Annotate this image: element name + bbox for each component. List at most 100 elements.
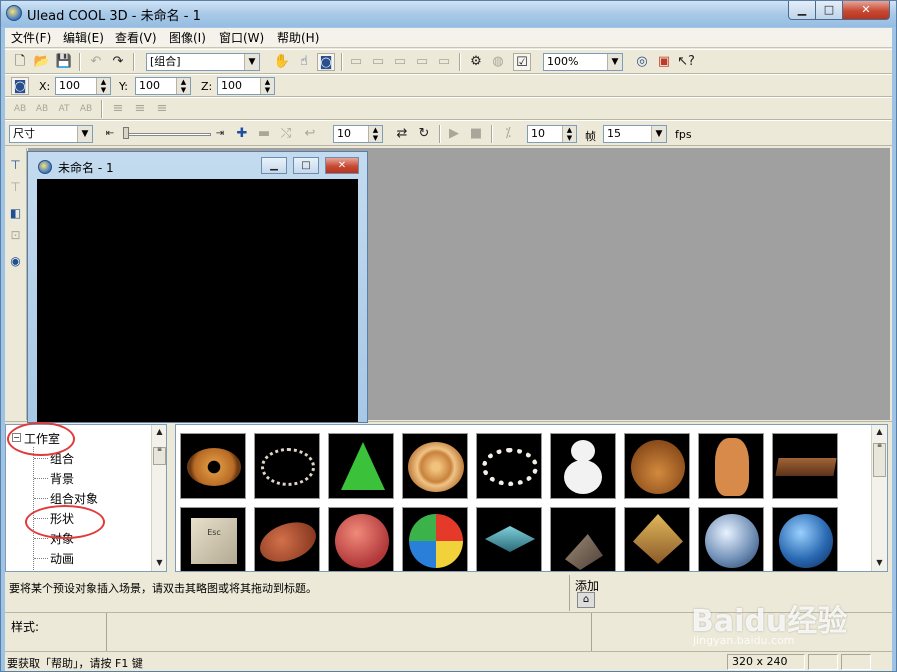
reverse-icon[interactable]: ⤭: [277, 125, 295, 143]
x-input[interactable]: 100 ▲ ▼: [55, 77, 111, 95]
scroll-down-icon[interactable]: ▼: [152, 556, 166, 570]
hand-move-icon[interactable]: ☝: [295, 53, 313, 71]
play-icon[interactable]: ▶: [445, 125, 463, 143]
render-icon[interactable]: ◎: [633, 53, 651, 71]
text-spacing-2-icon[interactable]: AB: [33, 100, 51, 118]
thumb-snowman[interactable]: [550, 433, 616, 499]
thumb-chocolate-bar[interactable]: [772, 433, 838, 499]
minimize-button[interactable]: ▁: [788, 1, 816, 20]
total-frames-input[interactable]: 10 ▲ ▼: [527, 125, 577, 143]
thumb-pyramid-face[interactable]: [624, 507, 690, 571]
chevron-down-icon[interactable]: ▼: [77, 126, 92, 142]
fps-select[interactable]: 15 ▼: [603, 125, 667, 143]
geometry-icon[interactable]: ◧: [6, 204, 25, 223]
z-input[interactable]: 100 ▲ ▼: [217, 77, 275, 95]
redo-icon[interactable]: ↷: [109, 53, 127, 71]
render-canvas[interactable]: [37, 179, 358, 422]
doc-minimize-button[interactable]: ▁: [261, 157, 287, 174]
timeline-slider-thumb[interactable]: [123, 127, 129, 139]
geometry-edit-icon[interactable]: ⊡: [6, 226, 25, 245]
tree-scrollbar[interactable]: ▲ ≡ ▼: [151, 425, 166, 571]
align-center-icon[interactable]: ≡: [131, 100, 149, 118]
keyframe-next-icon[interactable]: ⇥: [211, 125, 229, 143]
scroll-thumb[interactable]: ≡: [153, 447, 166, 465]
hand-rotate-icon[interactable]: ✋: [273, 53, 291, 71]
tree-item-background[interactable]: 背景: [50, 470, 74, 487]
thumb-ring[interactable]: [254, 433, 320, 499]
light-icon[interactable]: ⚙: [467, 53, 485, 71]
doc-maximize-button[interactable]: □: [293, 157, 319, 174]
layout-5-icon[interactable]: ▭: [435, 53, 453, 71]
object-select-icon[interactable]: ◙: [317, 53, 335, 71]
doc-close-button[interactable]: ✕: [325, 157, 359, 174]
document-window[interactable]: 未命名 - 1 ▁ □ ✕: [27, 151, 368, 423]
thumb-gingerbread[interactable]: [698, 433, 764, 499]
thumb-beach-ball[interactable]: [402, 507, 468, 571]
thumb-bear[interactable]: [624, 433, 690, 499]
tree-item-animation[interactable]: 动画: [50, 550, 74, 567]
text-spacing-4-icon[interactable]: AB: [77, 100, 95, 118]
export-icon[interactable]: ▣: [655, 53, 673, 71]
layout-2-icon[interactable]: ▭: [369, 53, 387, 71]
thumb-football[interactable]: [254, 507, 322, 571]
thumb-basketball[interactable]: [328, 507, 394, 571]
new-file-icon[interactable]: 🗋: [11, 53, 29, 71]
layout-1-icon[interactable]: ▭: [347, 53, 365, 71]
thumb-pearl-necklace[interactable]: [476, 433, 542, 499]
loop-icon[interactable]: ⇄: [393, 125, 411, 143]
thumb-cone[interactable]: [328, 433, 394, 499]
graphic-icon[interactable]: ◉: [6, 252, 25, 271]
text-spacing-icon[interactable]: AB: [11, 100, 29, 118]
group-select[interactable]: [组合] ▼: [146, 53, 260, 71]
thumb-cinnamon-roll[interactable]: [402, 433, 468, 499]
ping-pong-icon[interactable]: ↻: [415, 125, 433, 143]
menu-image[interactable]: 图像(I): [167, 30, 208, 46]
timeline-slider[interactable]: [123, 133, 211, 136]
layout-4-icon[interactable]: ▭: [413, 53, 431, 71]
y-input[interactable]: 100 ▲ ▼: [135, 77, 191, 95]
menu-help[interactable]: 帮助(H): [275, 30, 321, 46]
menu-file[interactable]: 文件(F): [9, 30, 53, 46]
align-right-icon[interactable]: ≡: [153, 100, 171, 118]
stop-icon[interactable]: ■: [467, 125, 485, 143]
thumb-esc-key[interactable]: Esc: [180, 507, 246, 571]
undo-icon[interactable]: ↶: [87, 53, 105, 71]
attribute-select[interactable]: 尺寸 ▼: [9, 125, 93, 143]
frame-spin-arrows[interactable]: ▲ ▼: [368, 126, 382, 142]
z-spin-arrows[interactable]: ▲ ▼: [260, 78, 274, 94]
layout-3-icon[interactable]: ▭: [391, 53, 409, 71]
x-spin-arrows[interactable]: ▲ ▼: [96, 78, 110, 94]
keyframe-prev-icon[interactable]: ⇤: [101, 125, 119, 143]
open-folder-icon[interactable]: 📂: [33, 53, 51, 71]
loop-back-icon[interactable]: ↩: [301, 125, 319, 143]
frame-input[interactable]: 10 ▲ ▼: [333, 125, 383, 143]
chevron-down-icon[interactable]: ▼: [244, 54, 259, 70]
text-spacing-3-icon[interactable]: AT: [55, 100, 73, 118]
globe-icon[interactable]: ◍: [489, 53, 507, 71]
scroll-up-icon[interactable]: ▲: [152, 425, 166, 439]
menu-edit[interactable]: 编辑(E): [61, 30, 106, 46]
title-bar[interactable]: Ulead COOL 3D - 未命名 - 1 ▁ □ ✕: [1, 1, 896, 27]
save-icon[interactable]: 💾: [55, 53, 73, 71]
scroll-thumb[interactable]: ≡: [873, 443, 886, 477]
scroll-up-icon[interactable]: ▲: [872, 425, 887, 439]
thumb-glass-sphere[interactable]: [698, 507, 764, 571]
align-left-icon[interactable]: ≡: [109, 100, 127, 118]
thumb-spinning-top[interactable]: [476, 507, 542, 571]
motion-path-icon[interactable]: ⁒: [499, 125, 517, 143]
menu-window[interactable]: 窗口(W): [217, 30, 266, 46]
chart-check-icon[interactable]: ☑: [513, 53, 531, 71]
thumb-pine-cone[interactable]: [550, 507, 616, 571]
thumb-earth[interactable]: [772, 507, 838, 571]
text-edit-icon[interactable]: ⊤: [6, 178, 25, 197]
total-frames-spin-arrows[interactable]: ▲ ▼: [562, 126, 576, 142]
remove-keyframe-icon[interactable]: ▬: [255, 125, 273, 143]
add-keyframe-icon[interactable]: ✚: [233, 125, 251, 143]
chevron-down-icon[interactable]: ▼: [651, 126, 666, 142]
gallery-scrollbar[interactable]: ▲ ≡ ▼: [871, 425, 887, 571]
chevron-down-icon[interactable]: ▼: [607, 54, 622, 70]
app-icon[interactable]: [6, 5, 22, 21]
menu-view[interactable]: 查看(V): [113, 30, 159, 46]
context-help-icon[interactable]: ↖?: [677, 53, 695, 71]
add-to-library-icon[interactable]: ⌂: [577, 592, 595, 608]
